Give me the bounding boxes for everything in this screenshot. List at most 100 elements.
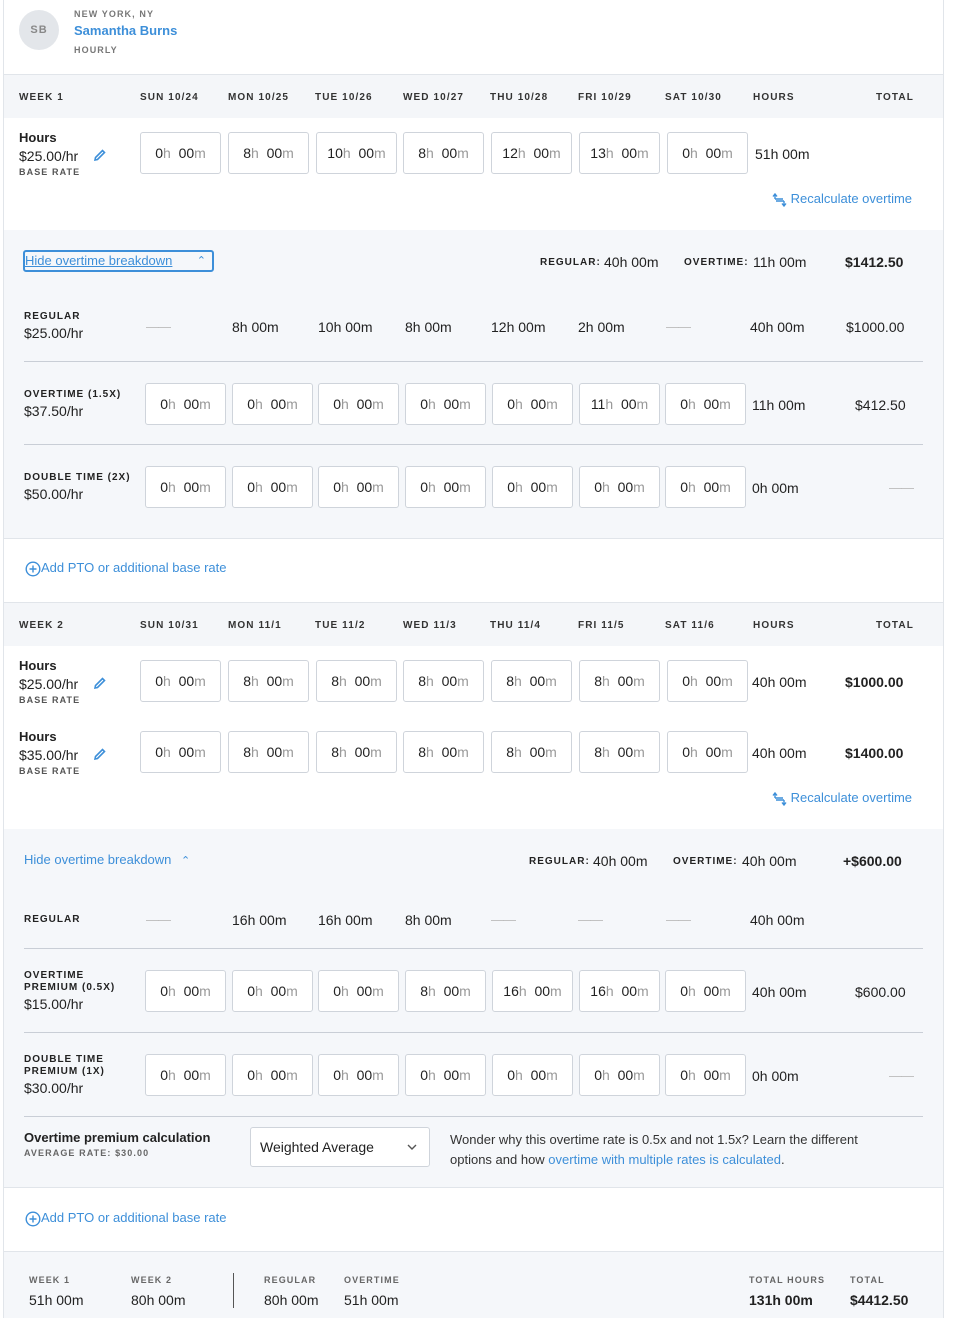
- time-input[interactable]: 8h 00m: [579, 731, 660, 773]
- minutes-value: 00: [703, 1067, 720, 1083]
- time-input[interactable]: 0h 00m: [405, 1054, 486, 1096]
- recalculate-overtime-button[interactable]: Recalculate overtime: [772, 191, 912, 207]
- overtime-premium-rate: $15.00/hr: [24, 996, 84, 1012]
- time-input[interactable]: 0h 00m: [140, 660, 221, 702]
- time-input[interactable]: 10h 00m: [316, 132, 397, 174]
- hours-unit: h: [605, 145, 614, 161]
- hours-value: 0: [507, 479, 515, 495]
- chevron-up-icon: ⌃: [181, 855, 191, 867]
- time-input[interactable]: 0h 00m: [140, 731, 221, 773]
- multiple-rates-link[interactable]: overtime with multiple rates is calculat…: [548, 1152, 781, 1167]
- day-column-header: MON 11/1: [228, 620, 282, 631]
- time-input[interactable]: 8h 00m: [405, 970, 486, 1012]
- time-input[interactable]: 8h 00m: [579, 660, 660, 702]
- time-input[interactable]: 8h 00m: [228, 132, 309, 174]
- time-input[interactable]: 8h 00m: [403, 731, 484, 773]
- add-pto-button[interactable]: Add PTO or additional base rate: [25, 560, 227, 577]
- time-input[interactable]: 0h 00m: [145, 383, 226, 425]
- minutes-value: 00: [441, 673, 458, 689]
- time-input[interactable]: 8h 00m: [316, 731, 397, 773]
- week-label: WEEK 1: [19, 92, 64, 103]
- add-pto-button[interactable]: Add PTO or additional base rate: [25, 1210, 227, 1227]
- time-input[interactable]: 0h 00m: [405, 466, 486, 508]
- time-input[interactable]: 0h 00m: [232, 970, 313, 1012]
- day-column-header: WED 10/27: [403, 92, 465, 103]
- time-input[interactable]: 0h 00m: [492, 466, 573, 508]
- time-input[interactable]: 0h 00m: [579, 1054, 660, 1096]
- minutes-unit: m: [199, 479, 211, 495]
- edit-rate-icon[interactable]: [93, 148, 107, 167]
- premium-calc-title: Overtime premium calculation: [24, 1130, 211, 1145]
- daily-hours: ——: [666, 319, 691, 334]
- rate1-hours: 40h 00m: [752, 674, 807, 690]
- divider: [24, 1116, 923, 1117]
- overtime-summary-label: OVERTIME:: [684, 257, 749, 268]
- select-value: Weighted Average: [260, 1139, 374, 1155]
- hide-overtime-breakdown-button[interactable]: Hide overtime breakdown ⌃: [24, 852, 190, 867]
- plus-circle-icon: [25, 1211, 41, 1227]
- time-input[interactable]: 0h 00m: [232, 1054, 313, 1096]
- hours-unit: h: [250, 673, 259, 689]
- overtime-total: $412.50: [855, 397, 906, 413]
- hours-value: 10: [327, 145, 343, 161]
- minutes-unit: m: [721, 744, 733, 760]
- minutes-value: 00: [266, 744, 283, 760]
- time-input[interactable]: 0h 00m: [318, 1054, 399, 1096]
- premium-average-rate: AVERAGE RATE: $30.00: [24, 1148, 150, 1158]
- time-input[interactable]: 0h 00m: [232, 466, 313, 508]
- hours-unit: h: [601, 673, 610, 689]
- hours-value: 0: [160, 1067, 168, 1083]
- employee-name-link[interactable]: Samantha Burns: [74, 23, 177, 38]
- week1-hours-total: 51h 00m: [755, 146, 810, 162]
- time-input[interactable]: 16h 00m: [492, 970, 573, 1012]
- summary-week2-label: WEEK 2: [131, 1275, 173, 1285]
- time-input[interactable]: 0h 00m: [318, 970, 399, 1012]
- hours-unit: h: [162, 673, 171, 689]
- time-input[interactable]: 13h 00m: [579, 132, 660, 174]
- time-input[interactable]: 0h 00m: [667, 660, 748, 702]
- time-input[interactable]: 8h 00m: [491, 731, 572, 773]
- time-input[interactable]: 11h 00m: [579, 383, 660, 425]
- hours-unit: h: [162, 744, 171, 760]
- minutes-unit: m: [550, 983, 562, 999]
- summary-week1-value: 51h 00m: [29, 1292, 84, 1308]
- time-input[interactable]: 0h 00m: [145, 1054, 226, 1096]
- time-input[interactable]: 0h 00m: [318, 466, 399, 508]
- time-input[interactable]: 8h 00m: [316, 660, 397, 702]
- edit-rate-icon[interactable]: [93, 747, 107, 766]
- time-input[interactable]: 0h 00m: [665, 466, 746, 508]
- minutes-value: 00: [443, 1067, 460, 1083]
- time-input[interactable]: 0h 00m: [140, 132, 221, 174]
- time-input[interactable]: 8h 00m: [228, 731, 309, 773]
- add-pto-label: Add PTO or additional base rate: [41, 1210, 227, 1225]
- time-input[interactable]: 0h 00m: [405, 383, 486, 425]
- hide-overtime-breakdown-button[interactable]: Hide overtime breakdown ⌃: [23, 250, 214, 272]
- time-input[interactable]: 12h 00m: [491, 132, 572, 174]
- time-input[interactable]: 0h 00m: [145, 970, 226, 1012]
- time-input[interactable]: 0h 00m: [665, 383, 746, 425]
- time-input[interactable]: 0h 00m: [492, 383, 573, 425]
- hours-value: 0: [594, 1067, 602, 1083]
- minutes-value: 00: [443, 396, 460, 412]
- recalculate-overtime-button[interactable]: Recalculate overtime: [772, 790, 912, 806]
- time-input[interactable]: 8h 00m: [403, 660, 484, 702]
- hours-unit: h: [605, 396, 614, 412]
- time-input[interactable]: 16h 00m: [579, 970, 660, 1012]
- time-input[interactable]: 0h 00m: [667, 731, 748, 773]
- time-input[interactable]: 8h 00m: [403, 132, 484, 174]
- time-input[interactable]: 8h 00m: [228, 660, 309, 702]
- premium-explanation: Wonder why this overtime rate is 0.5x an…: [450, 1130, 858, 1170]
- time-input[interactable]: 0h 00m: [667, 132, 748, 174]
- edit-rate-icon[interactable]: [93, 676, 107, 695]
- time-input[interactable]: 0h 00m: [579, 466, 660, 508]
- time-input[interactable]: 0h 00m: [492, 1054, 573, 1096]
- time-input[interactable]: 0h 00m: [318, 383, 399, 425]
- time-input[interactable]: 0h 00m: [665, 970, 746, 1012]
- minutes-value: 00: [183, 983, 200, 999]
- premium-method-select[interactable]: Weighted Average: [250, 1127, 430, 1167]
- time-input[interactable]: 0h 00m: [665, 1054, 746, 1096]
- time-input[interactable]: 0h 00m: [145, 466, 226, 508]
- employee-location: NEW YORK, NY: [74, 9, 155, 19]
- time-input[interactable]: 8h 00m: [491, 660, 572, 702]
- time-input[interactable]: 0h 00m: [232, 383, 313, 425]
